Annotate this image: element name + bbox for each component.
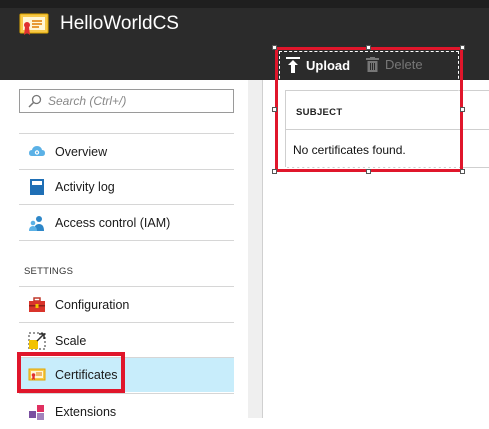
search-icon bbox=[28, 94, 42, 108]
extensions-icon bbox=[29, 405, 44, 420]
separator bbox=[19, 286, 234, 287]
separator bbox=[19, 393, 234, 394]
cloud-service-icon bbox=[29, 146, 45, 156]
scale-icon bbox=[28, 332, 46, 350]
header-top-strip bbox=[0, 0, 489, 8]
certificate-icon bbox=[19, 13, 49, 35]
sidebar-item-label: Scale bbox=[55, 334, 87, 348]
sidebar-item-configuration[interactable]: Configuration bbox=[19, 288, 234, 322]
separator bbox=[19, 322, 234, 323]
highlight-box-certificates bbox=[17, 352, 125, 393]
separator bbox=[19, 240, 234, 241]
separator bbox=[19, 133, 234, 134]
users-icon bbox=[29, 216, 44, 231]
sidebar-item-overview[interactable]: Overview bbox=[19, 135, 234, 169]
selection-handle bbox=[272, 45, 277, 50]
sidebar-item-label: Overview bbox=[55, 145, 108, 159]
highlight-box-toolbar bbox=[275, 47, 463, 172]
selection-handle bbox=[366, 169, 371, 174]
selection-handle bbox=[272, 169, 277, 174]
settings-section-label: SETTINGS bbox=[24, 266, 74, 277]
blade-divider bbox=[248, 80, 262, 418]
selection-handle bbox=[460, 45, 465, 50]
sidebar-item-extensions[interactable]: Extensions bbox=[19, 395, 234, 429]
sidebar-item-label: Activity log bbox=[55, 180, 115, 194]
search-box[interactable] bbox=[19, 89, 234, 113]
selection-handle bbox=[272, 107, 277, 112]
toolbox-icon bbox=[29, 297, 45, 312]
selection-handle bbox=[366, 45, 371, 50]
sidebar-item-activity-log[interactable]: Activity log bbox=[19, 170, 234, 204]
sidebar-item-label: Access control (IAM) bbox=[55, 216, 171, 230]
sidebar-item-label: Configuration bbox=[55, 298, 130, 312]
sidebar-item-access-control[interactable]: Access control (IAM) bbox=[19, 206, 234, 240]
activity-log-icon bbox=[30, 179, 44, 195]
separator bbox=[19, 204, 234, 205]
sidebar-item-label: Extensions bbox=[55, 405, 117, 419]
selection-handle bbox=[460, 169, 465, 174]
selection-handle bbox=[460, 107, 465, 112]
search-input[interactable] bbox=[48, 94, 228, 108]
app-title: HelloWorldCS bbox=[60, 13, 179, 34]
